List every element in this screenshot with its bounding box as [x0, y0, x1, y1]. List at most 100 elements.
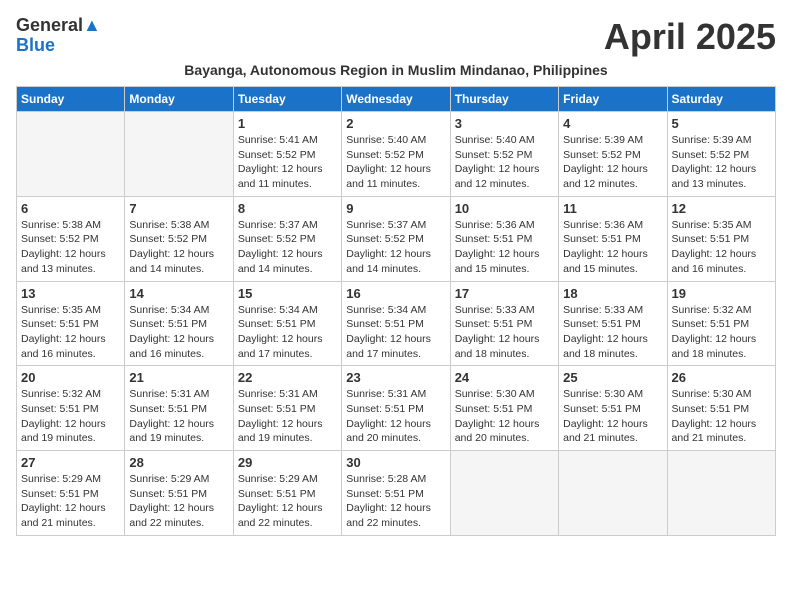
day-info: Sunrise: 5:36 AMSunset: 5:51 PMDaylight:…	[455, 218, 554, 277]
calendar-cell: 16Sunrise: 5:34 AMSunset: 5:51 PMDayligh…	[342, 281, 450, 366]
day-info: Sunrise: 5:31 AMSunset: 5:51 PMDaylight:…	[238, 387, 337, 446]
calendar-week-3: 13Sunrise: 5:35 AMSunset: 5:51 PMDayligh…	[17, 281, 776, 366]
day-info: Sunrise: 5:37 AMSunset: 5:52 PMDaylight:…	[346, 218, 445, 277]
calendar-cell: 20 Sunrise: 5:32 AMSunset: 5:51 PMDayligh…	[17, 366, 125, 451]
day-number: 18	[563, 286, 662, 301]
day-number: 5	[672, 116, 771, 131]
calendar-cell: 8Sunrise: 5:37 AMSunset: 5:52 PMDaylight…	[233, 196, 341, 281]
day-number: 30	[346, 455, 445, 470]
calendar-cell: 21 Sunrise: 5:31 AMSunset: 5:51 PMDayligh…	[125, 366, 233, 451]
day-number: 1	[238, 116, 337, 131]
day-number: 19	[672, 286, 771, 301]
day-header-saturday: Saturday	[667, 87, 775, 112]
day-number: 7	[129, 201, 228, 216]
day-info: Sunrise: 5:35 AMSunset: 5:51 PMDaylight:…	[672, 218, 771, 277]
day-number: 12	[672, 201, 771, 216]
calendar-week-5: 27 Sunrise: 5:29 AMSunset: 5:51 PMDayligh…	[17, 451, 776, 536]
calendar-cell: 29 Sunrise: 5:29 AMSunset: 5:51 PMDayligh…	[233, 451, 341, 536]
day-info: Sunrise: 5:35 AMSunset: 5:51 PMDaylight:…	[21, 303, 120, 362]
day-number: 25	[563, 370, 662, 385]
day-info: Sunrise: 5:34 AMSunset: 5:51 PMDaylight:…	[238, 303, 337, 362]
day-number: 26	[672, 370, 771, 385]
calendar-cell: 19Sunrise: 5:32 AMSunset: 5:51 PMDayligh…	[667, 281, 775, 366]
day-number: 15	[238, 286, 337, 301]
day-info: Sunrise: 5:32 AMSunset: 5:51 PMDaylight:…	[21, 387, 120, 446]
calendar-cell: 14 Sunrise: 5:34 AMSunset: 5:51 PMDayligh…	[125, 281, 233, 366]
day-info: Sunrise: 5:28 AMSunset: 5:51 PMDaylight:…	[346, 472, 445, 531]
calendar-cell: 4Sunrise: 5:39 AMSunset: 5:52 PMDaylight…	[559, 112, 667, 197]
calendar-cell: 6 Sunrise: 5:38 AMSunset: 5:52 PMDaylight…	[17, 196, 125, 281]
calendar-cell: 2 Sunrise: 5:40 AMSunset: 5:52 PMDaylight…	[342, 112, 450, 197]
day-info: Sunrise: 5:34 AMSunset: 5:51 PMDaylight:…	[346, 303, 445, 362]
day-info: Sunrise: 5:29 AMSunset: 5:51 PMDaylight:…	[21, 472, 120, 531]
day-info: Sunrise: 5:40 AMSunset: 5:52 PMDaylight:…	[346, 133, 445, 192]
day-info: Sunrise: 5:40 AMSunset: 5:52 PMDaylight:…	[455, 133, 554, 192]
month-title: April 2025	[604, 16, 776, 58]
calendar-week-2: 6 Sunrise: 5:38 AMSunset: 5:52 PMDaylight…	[17, 196, 776, 281]
day-number: 17	[455, 286, 554, 301]
calendar-cell: 12 Sunrise: 5:35 AMSunset: 5:51 PMDayligh…	[667, 196, 775, 281]
day-header-sunday: Sunday	[17, 87, 125, 112]
page-header: General▲ Blue April 2025	[16, 16, 776, 58]
calendar-cell	[450, 451, 558, 536]
day-info: Sunrise: 5:33 AMSunset: 5:51 PMDaylight:…	[455, 303, 554, 362]
day-header-wednesday: Wednesday	[342, 87, 450, 112]
calendar-cell: 15 Sunrise: 5:34 AMSunset: 5:51 PMDayligh…	[233, 281, 341, 366]
day-number: 21	[129, 370, 228, 385]
day-number: 22	[238, 370, 337, 385]
day-info: Sunrise: 5:39 AMSunset: 5:52 PMDaylight:…	[563, 133, 662, 192]
day-number: 3	[455, 116, 554, 131]
day-info: Sunrise: 5:30 AMSunset: 5:51 PMDaylight:…	[455, 387, 554, 446]
day-info: Sunrise: 5:31 AMSunset: 5:51 PMDaylight:…	[129, 387, 228, 446]
day-number: 9	[346, 201, 445, 216]
calendar-cell: 1 Sunrise: 5:41 AMSunset: 5:52 PMDaylight…	[233, 112, 341, 197]
calendar-cell: 24 Sunrise: 5:30 AMSunset: 5:51 PMDayligh…	[450, 366, 558, 451]
calendar-week-1: 1 Sunrise: 5:41 AMSunset: 5:52 PMDaylight…	[17, 112, 776, 197]
day-number: 27	[21, 455, 120, 470]
calendar-cell	[125, 112, 233, 197]
day-header-monday: Monday	[125, 87, 233, 112]
day-number: 24	[455, 370, 554, 385]
day-header-thursday: Thursday	[450, 87, 558, 112]
calendar-cell: 30 Sunrise: 5:28 AMSunset: 5:51 PMDayligh…	[342, 451, 450, 536]
calendar-cell	[667, 451, 775, 536]
day-number: 6	[21, 201, 120, 216]
day-number: 8	[238, 201, 337, 216]
day-header-friday: Friday	[559, 87, 667, 112]
day-info: Sunrise: 5:29 AMSunset: 5:51 PMDaylight:…	[238, 472, 337, 531]
calendar-cell: 9 Sunrise: 5:37 AMSunset: 5:52 PMDaylight…	[342, 196, 450, 281]
calendar-cell: 28Sunrise: 5:29 AMSunset: 5:51 PMDayligh…	[125, 451, 233, 536]
day-header-tuesday: Tuesday	[233, 87, 341, 112]
day-info: Sunrise: 5:34 AMSunset: 5:51 PMDaylight:…	[129, 303, 228, 362]
day-info: Sunrise: 5:38 AMSunset: 5:52 PMDaylight:…	[21, 218, 120, 277]
logo-text-general: General▲	[16, 16, 101, 36]
day-info: Sunrise: 5:31 AMSunset: 5:51 PMDaylight:…	[346, 387, 445, 446]
logo-text-blue: Blue	[16, 36, 101, 56]
calendar-cell	[17, 112, 125, 197]
calendar-cell	[559, 451, 667, 536]
day-number: 20	[21, 370, 120, 385]
calendar-cell: 10Sunrise: 5:36 AMSunset: 5:51 PMDayligh…	[450, 196, 558, 281]
day-info: Sunrise: 5:41 AMSunset: 5:52 PMDaylight:…	[238, 133, 337, 192]
day-info: Sunrise: 5:33 AMSunset: 5:51 PMDaylight:…	[563, 303, 662, 362]
day-info: Sunrise: 5:30 AMSunset: 5:51 PMDaylight:…	[672, 387, 771, 446]
day-info: Sunrise: 5:30 AMSunset: 5:51 PMDaylight:…	[563, 387, 662, 446]
calendar-cell: 26 Sunrise: 5:30 AMSunset: 5:51 PMDayligh…	[667, 366, 775, 451]
logo: General▲ Blue	[16, 16, 101, 56]
day-number: 14	[129, 286, 228, 301]
calendar-cell: 13Sunrise: 5:35 AMSunset: 5:51 PMDayligh…	[17, 281, 125, 366]
calendar-cell: 11Sunrise: 5:36 AMSunset: 5:51 PMDayligh…	[559, 196, 667, 281]
day-info: Sunrise: 5:36 AMSunset: 5:51 PMDaylight:…	[563, 218, 662, 277]
day-number: 23	[346, 370, 445, 385]
calendar-subtitle: Bayanga, Autonomous Region in Muslim Min…	[16, 62, 776, 78]
calendar-cell: 5Sunrise: 5:39 AMSunset: 5:52 PMDaylight…	[667, 112, 775, 197]
calendar-cell: 17 Sunrise: 5:33 AMSunset: 5:51 PMDayligh…	[450, 281, 558, 366]
calendar-table: SundayMondayTuesdayWednesdayThursdayFrid…	[16, 86, 776, 536]
calendar-cell: 22 Sunrise: 5:31 AMSunset: 5:51 PMDayligh…	[233, 366, 341, 451]
calendar-cell: 25 Sunrise: 5:30 AMSunset: 5:51 PMDayligh…	[559, 366, 667, 451]
calendar-week-4: 20 Sunrise: 5:32 AMSunset: 5:51 PMDayligh…	[17, 366, 776, 451]
day-info: Sunrise: 5:29 AMSunset: 5:51 PMDaylight:…	[129, 472, 228, 531]
day-number: 2	[346, 116, 445, 131]
day-number: 29	[238, 455, 337, 470]
calendar-cell: 3 Sunrise: 5:40 AMSunset: 5:52 PMDaylight…	[450, 112, 558, 197]
